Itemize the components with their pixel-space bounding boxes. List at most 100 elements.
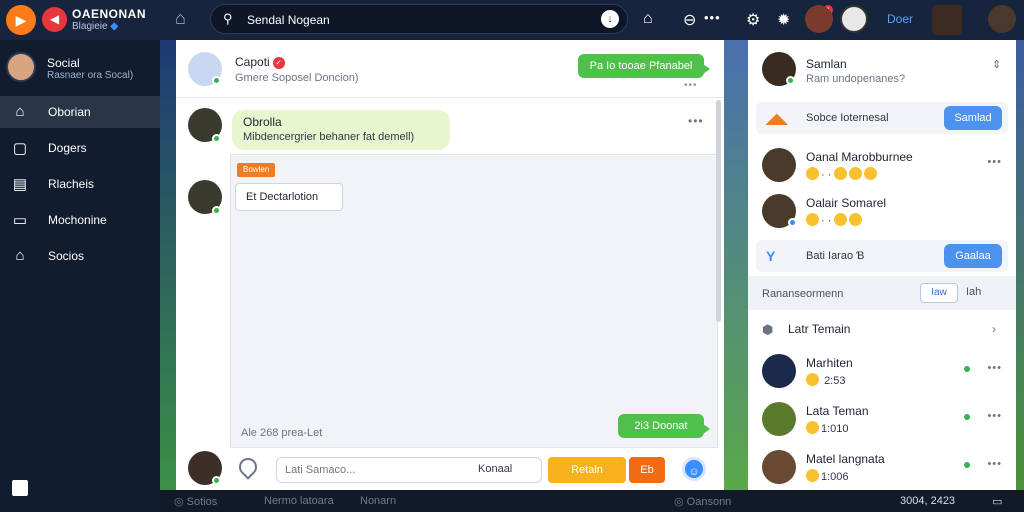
background-scenery: [1016, 40, 1024, 490]
play-logo-icon[interactable]: ▶: [6, 5, 36, 35]
person-name: Lata Teman: [806, 404, 869, 418]
avatar: [762, 354, 796, 388]
sidebar-item-label: Dogers: [48, 141, 87, 155]
online-indicator: [964, 366, 970, 372]
list-item[interactable]: Marhiten 2:53 •••: [756, 352, 1008, 394]
sidebar-profile[interactable]: Social Rasnaer ora Socal): [0, 50, 160, 90]
online-indicator: [212, 134, 221, 143]
label-tag: Bowlen: [237, 163, 276, 177]
suggestion-button[interactable]: Gaalaa: [944, 244, 1002, 268]
app-logo-icon: ◢◣: [766, 110, 788, 126]
person-meta: 1:010: [806, 421, 849, 435]
header-link[interactable]: Doer: [887, 12, 913, 26]
window-icon[interactable]: ▭: [992, 495, 1002, 508]
notifications-icon[interactable]: ✹: [777, 10, 790, 30]
sidebar-item-home[interactable]: ⌂ Oborian: [0, 96, 160, 128]
section-header: Rananseormenn Iaw Iah: [748, 276, 1016, 310]
profile-name: Social: [47, 56, 80, 70]
more-icon[interactable]: •••: [704, 10, 721, 25]
contact-name: Capoti ✓: [235, 55, 285, 69]
friend-avatar[interactable]: [805, 5, 833, 33]
send-button[interactable]: Retaln: [548, 457, 626, 483]
sidebar-item-pages[interactable]: ▢ Dogers: [0, 132, 160, 164]
suggestion-row: Y Bati Iarao Ɓ Gaalaa: [756, 240, 1008, 272]
message-bubble[interactable]: Obrolla Mibdencergrier behaner fat demel…: [232, 110, 450, 150]
header-message-pill[interactable]: Pa Io tooae Pfanabel: [578, 54, 710, 78]
message-area[interactable]: Bowlen Et Dectarlotion Ale 268 prea-Let: [230, 154, 718, 448]
section-button[interactable]: Iaw: [920, 283, 958, 303]
bottom-item[interactable]: ◎ Oansonn: [674, 495, 731, 508]
more-icon[interactable]: •••: [987, 156, 1002, 168]
store-icon: ⌂: [15, 247, 25, 264]
profile-subtitle: Rasnaer ora Socal): [47, 70, 134, 81]
sidebar-item-store[interactable]: ⌂ Socios: [0, 240, 160, 272]
suggestion-label: Bati Iarao Ɓ: [806, 250, 865, 262]
sidebar-item-label: Socios: [48, 249, 85, 263]
inbox-icon[interactable]: [12, 480, 28, 496]
person-name: Oalair Somarel: [806, 196, 887, 210]
suggestion-button[interactable]: Samlad: [944, 106, 1002, 130]
search-query[interactable]: Sendal Nogean: [247, 13, 330, 27]
search-bar[interactable]: ⚲ Sendal Nogean ↓: [210, 4, 628, 34]
message-card[interactable]: Et Dectarlotion: [235, 183, 343, 211]
bottom-item[interactable]: ◎ Sotios: [174, 495, 217, 508]
refresh-icon[interactable]: ⊖: [683, 10, 696, 30]
online-indicator: [786, 76, 795, 85]
chevron-right-icon[interactable]: ›: [992, 322, 996, 336]
input-label: Konaal: [478, 463, 513, 475]
section-label: Rananseormenn: [762, 288, 844, 300]
sent-message-pill[interactable]: 2i3 Doonat: [618, 414, 710, 438]
suggestion-row: ◢◣ Sobce Ioternesal Samlad: [756, 102, 1008, 134]
right-name: Samlan: [806, 57, 847, 71]
chat-header: Capoti ✓ Gmere Soposel Doncion) Pa Io too…: [176, 40, 724, 98]
emoji-icon[interactable]: ☺: [682, 457, 706, 481]
message-text: Mibdencergrier behaner fat demell): [243, 131, 415, 143]
verified-icon: ✓: [272, 57, 285, 69]
list-item[interactable]: Oanal Marobburnee · · •••: [756, 146, 1008, 188]
friend-avatar-2[interactable]: [840, 5, 868, 33]
person-name: Oanal Marobburnee: [806, 150, 913, 164]
section-link[interactable]: Iah: [966, 286, 981, 298]
more-icon[interactable]: •••: [987, 458, 1002, 470]
sidebar-item-label: Oborian: [48, 105, 91, 119]
background-scenery: [160, 40, 176, 490]
bottom-bar: ◎ Sotios Nermo latoara Nonarn ◎ Oansonn …: [160, 490, 1024, 512]
user-avatar[interactable]: [988, 5, 1016, 33]
secondary-button[interactable]: Eb: [629, 457, 665, 483]
folder-icon: ▭: [12, 212, 28, 229]
bottom-item[interactable]: Nonarn: [360, 495, 396, 507]
right-panel: Samlan Ram undopenanes? ⇕ ◢◣ Sobce Ioter…: [748, 40, 1016, 490]
list-item[interactable]: Lata Teman 1:010 •••: [756, 400, 1008, 442]
home-icon: ⌂: [15, 103, 25, 120]
settings-icon[interactable]: ⚙: [746, 10, 760, 30]
background-scenery: [724, 40, 748, 490]
sort-icon[interactable]: ⇕: [992, 58, 1001, 71]
latest-label: Latr Temain: [788, 322, 851, 336]
message-options-icon[interactable]: •••: [688, 114, 704, 128]
sidebar-item-list[interactable]: ▤ Rlacheis: [0, 168, 160, 200]
status-indicator: [788, 218, 797, 227]
brand-name: OAENONAN: [72, 7, 147, 21]
bottom-item[interactable]: Nermo latoara: [264, 495, 334, 507]
more-icon[interactable]: •••: [684, 80, 698, 91]
avatar: [6, 52, 36, 82]
home-icon[interactable]: ⌂: [175, 8, 186, 29]
brand-logo-icon[interactable]: ◀: [42, 7, 67, 32]
location-icon[interactable]: [235, 454, 261, 480]
list-item[interactable]: Matel langnata 1:006 •••: [756, 448, 1008, 490]
sidebar-item-label: Rlacheis: [48, 177, 95, 191]
more-icon[interactable]: •••: [987, 410, 1002, 422]
scrollbar[interactable]: [716, 100, 721, 322]
right-status: Ram undopenanes?: [806, 73, 906, 85]
avatar: [762, 450, 796, 484]
avatar: [762, 402, 796, 436]
contact-status: Gmere Soposel Doncion): [235, 72, 359, 84]
group-avatar[interactable]: [932, 5, 962, 35]
search-submit-icon[interactable]: ↓: [601, 10, 619, 28]
more-icon[interactable]: •••: [987, 362, 1002, 374]
home-nav-icon[interactable]: ⌂: [643, 10, 653, 28]
sidebar-item-folder[interactable]: ▭ Mochonine: [0, 204, 160, 236]
online-indicator: [212, 476, 221, 485]
list-item[interactable]: Oalair Somarel · ·: [756, 192, 1008, 234]
person-meta: 1:006: [806, 469, 849, 483]
